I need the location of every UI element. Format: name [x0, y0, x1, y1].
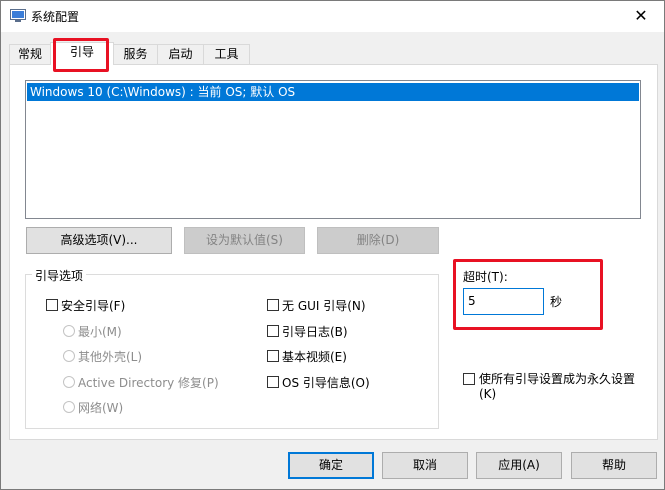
- make-permanent-checkbox[interactable]: [463, 373, 475, 385]
- base-video-label[interactable]: 基本视频(E): [282, 348, 347, 365]
- tab-services[interactable]: 服务: [113, 44, 158, 64]
- os-boot-info-label[interactable]: OS 引导信息(O): [282, 374, 370, 391]
- boot-log-checkbox[interactable]: [267, 325, 279, 337]
- safe-boot-label[interactable]: 安全引导(F): [61, 297, 125, 314]
- system-config-window: 系统配置 ✕ 常规 引导 服务 启动 工具 Windows 10 (C:\Win…: [0, 0, 665, 490]
- tab-startup[interactable]: 启动: [157, 44, 204, 64]
- boot-log-label[interactable]: 引导日志(B): [282, 323, 348, 340]
- timeout-annotation-box: [453, 259, 603, 330]
- os-boot-info-checkbox[interactable]: [267, 376, 279, 388]
- apply-button[interactable]: 应用(A): [476, 452, 562, 479]
- tab-services-label: 服务: [123, 47, 148, 61]
- safe-mode-minimal-radio[interactable]: [63, 325, 75, 337]
- help-button[interactable]: 帮助: [571, 452, 657, 479]
- safe-mode-network-label: 网络(W): [78, 401, 124, 415]
- safe-mode-alternate-shell-label: 其他外壳(L): [78, 350, 143, 364]
- safe-mode-network-radio[interactable]: [63, 401, 75, 413]
- title-bar: 系统配置 ✕: [1, 1, 664, 32]
- safe-mode-alternate-shell-radio[interactable]: [63, 350, 75, 362]
- safe-mode-ad-repair-label: Active Directory 修复(P): [78, 376, 219, 390]
- no-gui-boot-label[interactable]: 无 GUI 引导(N): [282, 297, 366, 314]
- window-title: 系统配置: [31, 10, 80, 24]
- tab-tools[interactable]: 工具: [203, 44, 250, 64]
- tab-tools-label: 工具: [214, 47, 239, 61]
- make-permanent-label-line2[interactable]: (K): [479, 387, 496, 401]
- safe-mode-minimal-label: 最小(M): [78, 325, 122, 339]
- safe-boot-checkbox[interactable]: [46, 299, 58, 311]
- safe-mode-ad-repair-radio[interactable]: [63, 376, 75, 388]
- advanced-options-button[interactable]: 高级选项(V)...: [26, 227, 172, 254]
- boot-options-group-title: 引导选项: [32, 267, 87, 284]
- no-gui-boot-checkbox[interactable]: [267, 299, 279, 311]
- tab-boot-annotation-box: [53, 38, 109, 72]
- close-icon: ✕: [634, 6, 648, 25]
- tab-general[interactable]: 常规: [9, 44, 51, 64]
- boot-os-list-item[interactable]: Windows 10 (C:\Windows) : 当前 OS; 默认 OS: [27, 83, 639, 101]
- base-video-checkbox[interactable]: [267, 350, 279, 362]
- ok-button[interactable]: 确定: [288, 452, 374, 479]
- cancel-button[interactable]: 取消: [382, 452, 468, 479]
- delete-button[interactable]: 删除(D): [317, 227, 439, 254]
- close-button[interactable]: ✕: [618, 1, 664, 32]
- make-permanent-label[interactable]: 使所有引导设置成为永久设置: [479, 370, 635, 387]
- msconfig-app-icon: [10, 9, 26, 22]
- tab-startup-label: 启动: [168, 47, 193, 61]
- tab-general-label: 常规: [17, 47, 42, 61]
- set-default-button[interactable]: 设为默认值(S): [184, 227, 305, 254]
- boot-os-list[interactable]: Windows 10 (C:\Windows) : 当前 OS; 默认 OS: [25, 80, 641, 219]
